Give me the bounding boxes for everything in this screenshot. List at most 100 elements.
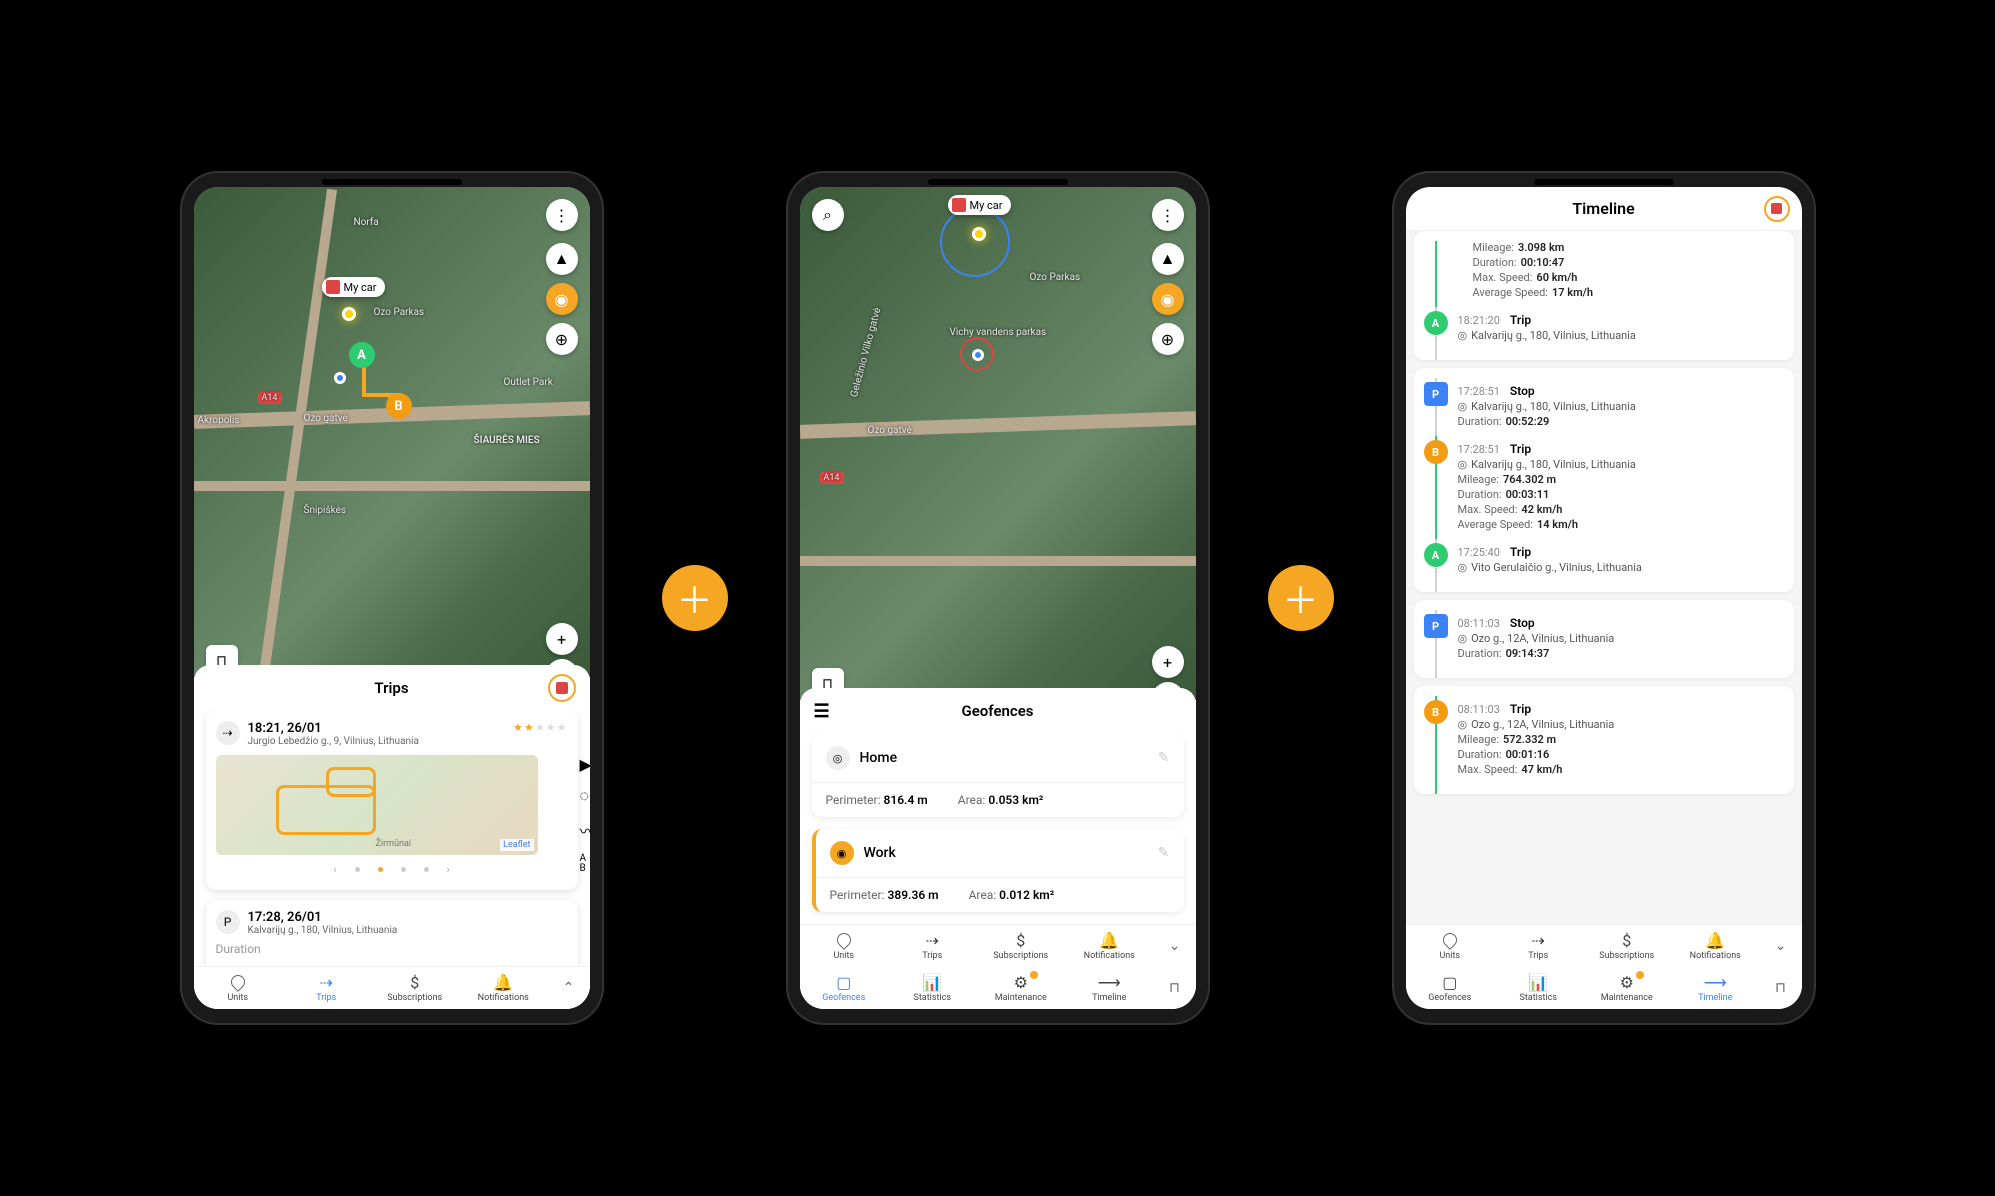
timeline-top-stats: Mileage: 3.098 km Duration: 00:10:47 Max… [1435,241,1782,307]
nav-maintenance[interactable]: ⚙Maintenance [977,967,1066,1009]
timeline-event[interactable]: B08:11:03Trip◎ Ozo g., 12A, Vilnius, Lit… [1422,696,1782,784]
menu-icon[interactable]: ☰ [814,701,830,722]
nav-notifications[interactable]: 🔔Notifications [459,967,548,1009]
panel-title: Geofences [962,702,1034,720]
nav-statistics[interactable]: 📊Statistics [1494,967,1583,1009]
ab-icon[interactable]: AB [579,854,589,874]
edit-icon[interactable]: ✎ [1158,845,1170,861]
event-type: Trip [1510,702,1531,716]
user-location [972,227,986,241]
pin-nav-icon[interactable]: ⊓ [1760,967,1802,1009]
nav-statistics[interactable]: 📊Statistics [888,967,977,1009]
timeline-event[interactable]: A18:21:20Trip◎ Kalvarijų g., 180, Vilniu… [1422,307,1782,350]
marker-badge: B [1424,700,1448,724]
event-time: 08:11:03 [1458,703,1500,716]
vehicle-badge[interactable]: My car [322,277,385,297]
road-badge: A14 [258,392,282,404]
edit-icon[interactable]: ✎ [1158,750,1170,766]
trip-thumbnail-map[interactable]: Žirmūnai Leaflet [216,755,538,855]
more-icon[interactable]: ⋮ [546,199,578,231]
nav-subscriptions[interactable]: $Subscriptions [977,925,1066,967]
nav-maintenance[interactable]: ⚙Maintenance [1583,967,1672,1009]
pin-nav-icon[interactable]: ⊓ [1154,967,1196,1009]
parking-badge: P [1424,614,1448,638]
rating-stars[interactable]: ★★★★★ [513,721,567,734]
nav-trips[interactable]: ⇢Trips [282,967,371,1009]
timeline-event[interactable]: P08:11:03Stop◎ Ozo g., 12A, Vilnius, Lit… [1422,610,1782,668]
timeline-body[interactable]: Mileage: 3.098 km Duration: 00:10:47 Max… [1406,231,1802,924]
screen-geofences: Ozo gatvė Geležinio Vilko gatvė Vichy va… [800,187,1196,1009]
timeline-header: Timeline [1406,187,1802,231]
map-area[interactable]: Ozo gatvė Geležinio Vilko gatvė Vichy va… [800,187,1196,700]
play-icon[interactable]: ▶ [579,755,589,774]
road-badge: A14 [820,472,844,484]
timeline-event[interactable]: P17:28:51Stop◎ Kalvarijų g., 180, Vilniu… [1422,378,1782,436]
perimeter-value: 816.4 m [883,793,927,807]
marker-b[interactable]: B [386,393,412,419]
vehicle-badge[interactable]: My car [948,195,1011,215]
locate-icon[interactable]: ⊕ [1152,323,1184,355]
timeline-event[interactable]: A17:25:40Trip◎ Vito Gerulaičio g., Vilni… [1422,539,1782,582]
search-icon[interactable]: ⌕ [812,199,844,231]
zoom-in-icon[interactable]: + [1152,646,1184,678]
parking-badge: P [1424,382,1448,406]
route-icon[interactable]: ◌ [579,786,589,806]
zoom-in-icon[interactable]: + [546,623,578,655]
layers-icon[interactable]: ◉ [1152,283,1184,315]
more-icon[interactable]: ⋮ [1152,199,1184,231]
geofence-icon: ◎ [826,746,850,770]
nav-notifications[interactable]: 🔔Notifications [1065,925,1154,967]
map-area[interactable]: Ozo Parkas Ozo gatvė Outlet Park Šnipišk… [194,187,590,677]
geofence-card-work[interactable]: ◉ Work ✎ Perimeter: 389.36 m Area: 0.012… [812,829,1184,912]
nav-timeline[interactable]: ⟶Timeline [1065,967,1154,1009]
map-label: ŠIAURĖS MIES [474,435,540,446]
trip-address: Kalvarijų g., 180, Vilnius, Lithuania [248,925,568,936]
chart-icon[interactable]: 〰 [579,818,589,842]
nav-trips[interactable]: ⇢Trips [1494,925,1583,967]
marker-a[interactable]: A [349,342,375,368]
timeline-title: Timeline [1572,199,1634,218]
nav-trips[interactable]: ⇢Trips [888,925,977,967]
nav-timeline[interactable]: ⟶Timeline [1671,967,1760,1009]
stop-card[interactable]: P 17:28, 26/01 Kalvarijų g., 180, Vilniu… [206,900,578,966]
map-label: Ozo gatvė [304,413,348,424]
geofence-name: Home [860,750,1148,766]
nav-subscriptions[interactable]: $Subscriptions [1583,925,1672,967]
nav-collapse-icon[interactable]: ⌄ [1154,925,1196,967]
geofence-name: Work [864,845,1148,861]
car-icon [326,280,340,294]
nav-geofences[interactable]: ▢Geofences [1406,967,1495,1009]
nav-notifications[interactable]: 🔔Notifications [1671,925,1760,967]
location-dot [972,349,984,361]
trip-type-icon: ⇢ [216,721,240,745]
timeline-event[interactable]: B17:28:51Trip◎ Kalvarijų g., 180, Vilniu… [1422,436,1782,539]
layers-icon[interactable]: ◉ [546,283,578,315]
event-type: Trip [1510,313,1531,327]
nav-units[interactable]: Units [1406,925,1495,967]
geofence-card-home[interactable]: ◎ Home ✎ Perimeter: 816.4 m Area: 0.053 … [812,734,1184,817]
event-address: ◎ Kalvarijų g., 180, Vilnius, Lithuania [1458,329,1782,342]
vehicle-avatar[interactable] [548,674,576,702]
nav-geofences[interactable]: ▢Geofences [800,967,889,1009]
vehicle-avatar[interactable] [1764,196,1790,222]
event-address: ◎ Vito Gerulaičio g., Vilnius, Lithuania [1458,561,1782,574]
nav-units[interactable]: Units [194,967,283,1009]
event-stat: Duration: 00:52:29 [1458,415,1782,428]
nav-collapse-icon[interactable]: ⌄ [1760,925,1802,967]
map-label: Vichy vandens parkas [950,327,1047,338]
trip-card[interactable]: ⇢ 18:21, 26/01 Jurgio Lebedžio g., 9, Vi… [206,711,578,890]
pagination-dots[interactable]: ‹› [216,855,568,880]
compass-icon[interactable]: ▲ [546,243,578,275]
compass-icon[interactable]: ▲ [1152,243,1184,275]
trip-address: Jurgio Lebedžio g., 9, Vilnius, Lithuani… [248,736,506,747]
bottom-nav: Units ⇢Trips $Subscriptions 🔔Notificatio… [800,924,1196,1009]
nav-subscriptions[interactable]: $Subscriptions [371,967,460,1009]
nav-expand-icon[interactable]: ⌃ [548,967,590,1009]
event-type: Stop [1510,384,1535,398]
vehicle-label: My car [970,199,1003,212]
geofence-circle-home[interactable] [940,207,1010,277]
screen-timeline: Timeline Mileage: 3.098 km Duration: 00:… [1406,187,1802,1009]
nav-units[interactable]: Units [800,925,889,967]
phone-timeline: Timeline Mileage: 3.098 km Duration: 00:… [1394,173,1814,1023]
locate-icon[interactable]: ⊕ [546,323,578,355]
